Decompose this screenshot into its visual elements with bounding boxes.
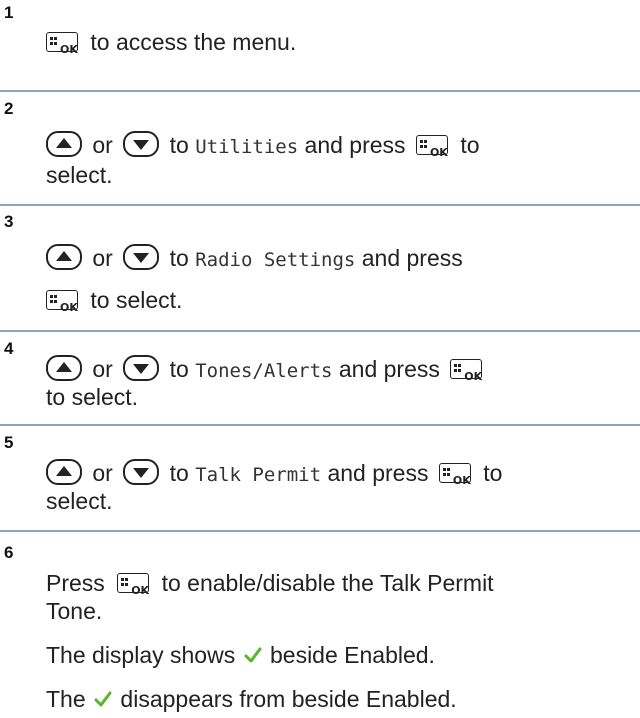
to-text: to [169, 460, 189, 486]
ok-key-icon: OK [450, 358, 483, 383]
step-divider [0, 530, 640, 532]
step-text-continued: select. [46, 488, 113, 514]
down-arrow-key-icon [123, 130, 160, 157]
or-text: or [92, 245, 113, 271]
up-arrow-key-icon [46, 243, 82, 270]
and-press-text: and press [361, 245, 463, 271]
step-divider [0, 90, 640, 92]
down-arrow-key-icon [123, 458, 160, 485]
step-text-continued: select. [46, 162, 113, 188]
down-arrow-key-icon [123, 354, 160, 381]
step-number: 3 [4, 212, 14, 231]
procedure-page: 1 OK to access the menu. 2 or to Utiliti… [0, 0, 640, 718]
down-arrow-key-icon [123, 243, 160, 270]
menu-item-name: Talk Permit [195, 464, 322, 486]
step-text-continued: Tone. [46, 598, 103, 624]
step-number: 5 [4, 433, 14, 452]
step-text: to select. [90, 287, 183, 313]
and-press-text: and press [304, 132, 406, 158]
ok-key-icon: OK [46, 289, 78, 314]
or-text: or [92, 356, 113, 382]
checkmark-icon [244, 647, 262, 663]
menu-item-name: Radio Settings [195, 249, 356, 271]
step-number: 6 [4, 543, 14, 562]
step-number: 4 [4, 339, 14, 358]
menu-item-name: Utilities [195, 136, 299, 158]
step-number: 1 [4, 3, 14, 22]
step-number: 2 [4, 99, 14, 118]
step-divider [0, 424, 640, 426]
step-text-continued: to select. [46, 384, 139, 410]
menu-item-name: Tones/Alerts [195, 360, 333, 382]
checkmark-icon [94, 691, 112, 707]
or-text: or [92, 460, 113, 486]
step-text: to enable/disable the Talk Permit [161, 570, 494, 596]
ok-key-icon: OK [117, 572, 150, 597]
and-press-text: and press [338, 356, 440, 382]
to-text: to [169, 356, 189, 382]
ok-key-icon: OK [46, 31, 78, 56]
and-press-text: and press [327, 460, 429, 486]
to-text: to [460, 132, 480, 158]
ok-key-icon: OK [415, 134, 448, 159]
result-enabled: The display shows beside Enabled. [46, 642, 435, 668]
to-text: to [169, 245, 189, 271]
press-text: Press [46, 570, 105, 596]
or-text: or [92, 132, 113, 158]
to-text: to [483, 460, 503, 486]
step-divider [0, 204, 640, 206]
to-text: to [169, 132, 189, 158]
step-divider [0, 330, 640, 332]
up-arrow-key-icon [46, 130, 82, 157]
up-arrow-key-icon [46, 458, 82, 485]
result-disabled: The disappears from beside Enabled. [46, 686, 457, 712]
ok-key-icon: OK [438, 462, 471, 487]
step-text: to access the menu. [90, 29, 297, 55]
up-arrow-key-icon [46, 354, 82, 381]
